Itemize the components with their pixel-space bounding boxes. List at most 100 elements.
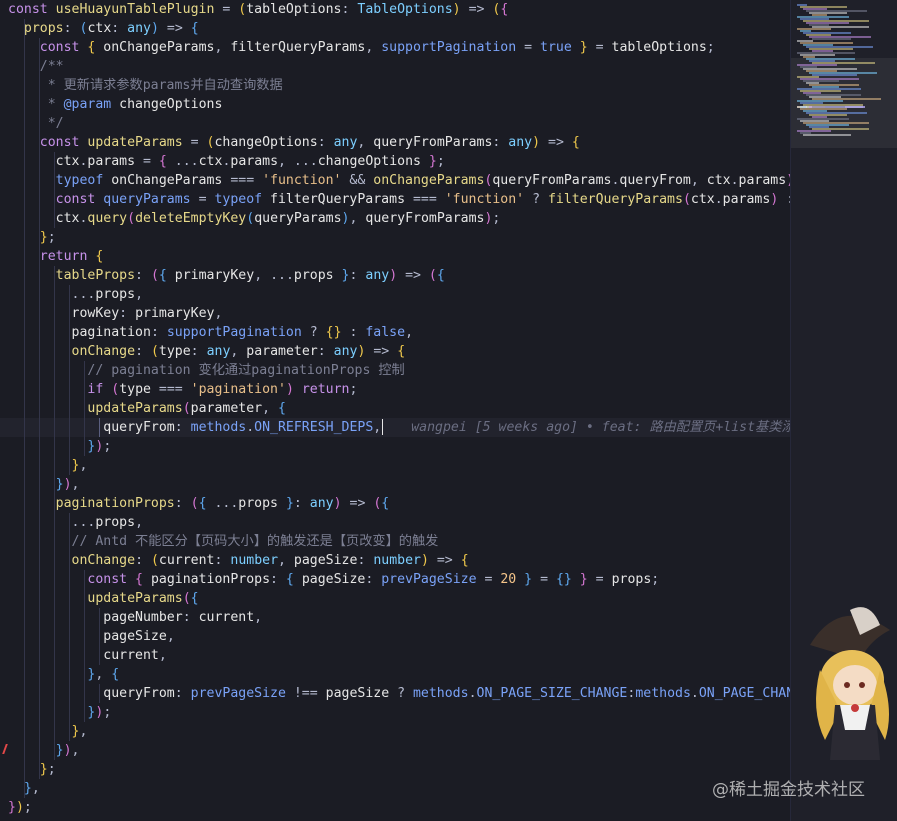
code-token: , xyxy=(135,515,144,530)
code-line[interactable]: }, xyxy=(0,456,790,475)
code-line[interactable]: current, xyxy=(0,646,790,665)
code-line[interactable]: const useHuayunTablePlugin = (tableOptio… xyxy=(0,0,790,19)
code-line[interactable]: ...props, xyxy=(0,513,790,532)
code-token: => xyxy=(158,21,191,36)
code-token: type xyxy=(158,344,191,359)
indent-guide xyxy=(69,513,70,532)
code-line[interactable]: ctx.params = { ...ctx.params, ...changeO… xyxy=(0,152,790,171)
indent-guide xyxy=(39,418,40,437)
code-token: queryFromParams xyxy=(492,173,612,188)
indent-guide xyxy=(24,608,25,627)
code-token: ) xyxy=(63,743,72,758)
code-token: {} xyxy=(555,572,572,587)
code-token: */ xyxy=(39,116,64,131)
code-line[interactable]: }, xyxy=(0,779,790,798)
code-line[interactable]: }); xyxy=(0,437,790,456)
code-line[interactable]: paginationProps: ({ ...props }: any) => … xyxy=(0,494,790,513)
code-token: ( xyxy=(150,344,159,359)
indent-guide xyxy=(39,456,40,475)
indent-guide xyxy=(39,38,40,57)
code-line[interactable]: }), xyxy=(0,475,790,494)
indent-guide xyxy=(24,703,25,722)
code-line[interactable]: }), xyxy=(0,741,790,760)
code-line[interactable]: const { onChangeParams, filterQueryParam… xyxy=(0,38,790,57)
code-area[interactable]: const useHuayunTablePlugin = (tableOptio… xyxy=(0,0,790,817)
indent-guide xyxy=(24,589,25,608)
code-line[interactable]: tableProps: ({ primaryKey, ...props }: a… xyxy=(0,266,790,285)
indent-guide xyxy=(39,399,40,418)
indent-guide xyxy=(54,665,55,684)
code-token: ) xyxy=(15,800,24,815)
code-line[interactable]: updateParams(parameter, { xyxy=(0,399,790,418)
code-token: primaryKey xyxy=(135,306,215,321)
code-line[interactable]: onChange: (current: number, pageSize: nu… xyxy=(0,551,790,570)
code-token: ; xyxy=(349,382,358,397)
code-line[interactable]: * 更新请求参数params并自动查询数据 xyxy=(0,76,790,95)
code-line[interactable]: ctx.query(deleteEmptyKey(queryParams), q… xyxy=(0,209,790,228)
code-token: , xyxy=(254,610,263,625)
code-token: , xyxy=(690,173,707,188)
code-line[interactable]: }; xyxy=(0,228,790,247)
code-token: } xyxy=(420,154,437,169)
code-line[interactable]: updateParams({ xyxy=(0,589,790,608)
code-line[interactable]: rowKey: primaryKey, xyxy=(0,304,790,323)
code-token: props xyxy=(95,515,136,530)
code-line[interactable]: // Antd 不能区分【页码大小】的触发还是【页改变】的触发 xyxy=(0,532,790,551)
code-line[interactable]: }); xyxy=(0,798,790,817)
indent-guide xyxy=(69,684,70,703)
code-line[interactable]: * @param changeOptions xyxy=(0,95,790,114)
code-token: current xyxy=(198,610,255,625)
code-token: ( xyxy=(182,591,191,606)
code-line[interactable]: // pagination 变化通过paginationProps 控制 xyxy=(0,361,790,380)
code-token: changeOptions xyxy=(214,135,318,150)
code-line[interactable]: queryFrom: prevPageSize !== pageSize ? m… xyxy=(0,684,790,703)
code-editor[interactable]: const useHuayunTablePlugin = (tableOptio… xyxy=(0,0,790,821)
indent-guide xyxy=(69,399,70,418)
indent-guide xyxy=(54,741,55,760)
code-token: { xyxy=(111,667,120,682)
indent-guide xyxy=(24,190,25,209)
indent-guide xyxy=(39,57,40,76)
code-line[interactable]: pageSize, xyxy=(0,627,790,646)
code-token: : xyxy=(174,686,191,701)
code-token: } xyxy=(8,800,16,815)
code-token: => xyxy=(365,344,398,359)
indent-guide xyxy=(39,722,40,741)
code-token: ctx xyxy=(87,21,112,36)
code-line[interactable]: const { paginationProps: { pageSize: pre… xyxy=(0,570,790,589)
code-token: , xyxy=(166,629,175,644)
code-line[interactable]: /** xyxy=(0,57,790,76)
indent-guide xyxy=(84,418,85,437)
code-token: methods xyxy=(190,420,247,435)
code-line[interactable]: if (type === 'pagination') return; xyxy=(0,380,790,399)
code-token: query xyxy=(87,211,128,226)
code-line[interactable]: const updateParams = (changeOptions: any… xyxy=(0,133,790,152)
indent-guide xyxy=(39,646,40,665)
code-token: , xyxy=(214,40,231,55)
code-token: ctx xyxy=(690,192,715,207)
code-line[interactable]: onChange: (type: any, parameter: any) =>… xyxy=(0,342,790,361)
code-line[interactable]: }); xyxy=(0,703,790,722)
code-line[interactable]: typeof onChangeParams === 'function' && … xyxy=(0,171,790,190)
code-token: ( xyxy=(246,211,255,226)
code-line[interactable]: queryFrom: methods.ON_REFRESH_DEPS, wangp… xyxy=(0,418,790,437)
indent-guide xyxy=(39,209,40,228)
code-token: rowKey xyxy=(71,306,120,321)
code-line[interactable]: ...props, xyxy=(0,285,790,304)
code-token: && xyxy=(341,173,374,188)
code-line[interactable]: const queryParams = typeof filterQueryPa… xyxy=(0,190,790,209)
code-line[interactable]: */ xyxy=(0,114,790,133)
indent-guide xyxy=(84,608,85,627)
code-token: deleteEmptyKey xyxy=(135,211,247,226)
code-line[interactable]: pageNumber: current, xyxy=(0,608,790,627)
code-line[interactable]: }, xyxy=(0,722,790,741)
indent-guide xyxy=(39,285,40,304)
code-line[interactable]: return { xyxy=(0,247,790,266)
code-line[interactable]: }; xyxy=(0,760,790,779)
indent-guide xyxy=(84,703,85,722)
code-line[interactable]: pagination: supportPagination ? {} : fal… xyxy=(0,323,790,342)
code-line[interactable]: }, { xyxy=(0,665,790,684)
code-line[interactable]: props: (ctx: any) => { xyxy=(0,19,790,38)
indent-guide xyxy=(39,247,40,266)
